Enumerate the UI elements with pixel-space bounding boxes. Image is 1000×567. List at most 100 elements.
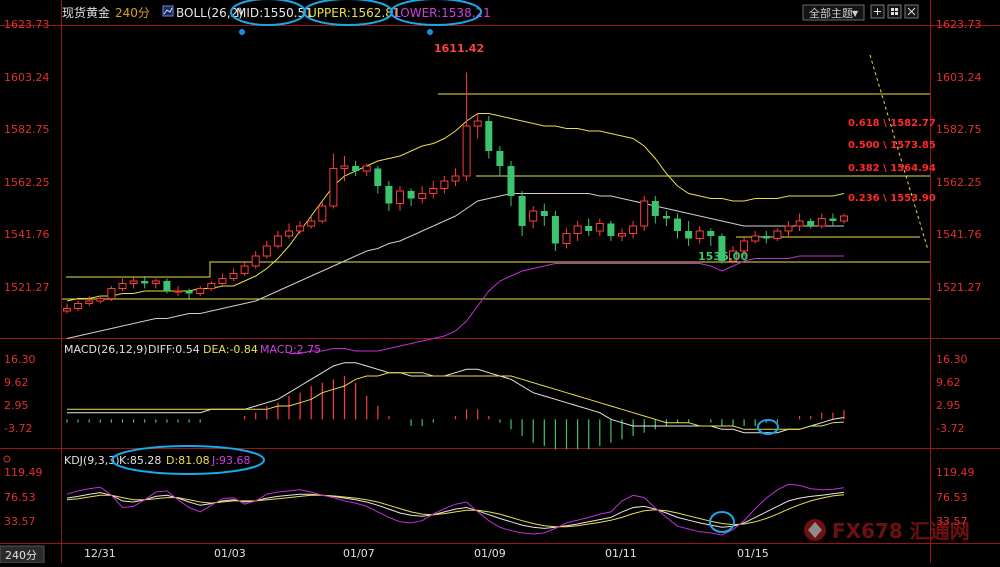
candle-body <box>507 166 515 196</box>
candle-body <box>462 125 471 177</box>
candlestick-chart: 现货黄金 240分 BOLL(26,2) MID:1550.51 UPPER:1… <box>0 0 1000 564</box>
y-tick-label: 16.30 <box>4 353 36 366</box>
kdj-k-value: K:85.28 <box>119 454 161 467</box>
macd-diff-value: DIFF:0.54 <box>148 343 200 356</box>
y-tick-label: 1623.73 <box>936 18 982 31</box>
kdj-header: KDJ(9,3,3) K:85.28 D:81.08 J:93.68 <box>64 454 250 467</box>
candle-body <box>773 230 782 239</box>
y-tick-label: 2.95 <box>4 399 29 412</box>
candle-body <box>74 303 83 309</box>
candle <box>107 286 116 301</box>
fib-label: 0.382 \ 1564.94 <box>848 163 936 174</box>
candle-body <box>817 218 826 227</box>
candle-body <box>96 298 105 302</box>
candle-body <box>273 235 282 247</box>
candle-body <box>340 165 349 169</box>
candle-body <box>174 290 182 293</box>
candle-body <box>196 288 205 294</box>
candle-body <box>262 245 271 257</box>
candle-body <box>107 288 116 299</box>
add-icon[interactable] <box>870 4 885 19</box>
y-tick-label: 1541.76 <box>4 228 50 241</box>
candle-body <box>496 151 504 166</box>
kdj-d-value: D:81.08 <box>166 454 210 467</box>
candle-body <box>762 236 770 239</box>
x-tick-label: 01/11 <box>605 547 637 560</box>
y-tick-label: 76.53 <box>936 491 968 504</box>
candle-body <box>151 280 160 284</box>
fib-label: 0.500 \ 1573.85 <box>848 140 936 151</box>
marker-dot <box>427 29 433 35</box>
candle-body <box>674 218 681 231</box>
y-tick-label: 33.57 <box>4 515 36 528</box>
x-tick-label: 01/15 <box>737 547 769 560</box>
candle-body <box>329 168 338 207</box>
candle-body <box>429 188 438 194</box>
candle-body <box>296 225 305 232</box>
y-tick-label: 1562.25 <box>4 176 50 189</box>
candle-body <box>352 166 360 171</box>
y-tick-label: 1582.75 <box>936 123 982 136</box>
y-tick-label: 9.62 <box>936 376 961 389</box>
y-tick-label: -3.72 <box>936 422 964 435</box>
candle-body <box>540 211 548 216</box>
boll-icon <box>162 5 174 17</box>
y-tick-label: 1521.27 <box>936 281 982 294</box>
period-button[interactable]: 240分 <box>0 545 45 564</box>
candle-body <box>695 230 704 239</box>
candle-body <box>185 291 193 294</box>
candle-body <box>129 280 138 284</box>
y-tick-label: 1603.24 <box>4 71 50 84</box>
macd-header: MACD(26,12,9) DIFF:0.54 DEA:-0.84 MACD:2… <box>64 343 321 356</box>
candle-body <box>651 201 659 216</box>
candle-body <box>573 225 582 234</box>
symbol-name: 现货黄金 <box>62 5 110 20</box>
candle-body <box>240 265 249 274</box>
candle-body <box>85 300 94 304</box>
y-tick-label: 119.49 <box>936 466 975 479</box>
x-tick-label: 01/07 <box>343 547 375 560</box>
y-tick-label: 119.49 <box>4 466 43 479</box>
y-tick-label: 16.30 <box>936 353 968 366</box>
candle-body <box>607 223 615 236</box>
candle-body <box>551 216 559 244</box>
candle-body <box>163 281 171 291</box>
high-price-label: 1611.42 <box>434 42 484 55</box>
candle-body <box>396 190 404 204</box>
period-text: 240分 <box>115 6 150 20</box>
x-tick-label: 01/09 <box>474 547 506 560</box>
macd-value: MACD:2.75 <box>260 343 321 356</box>
candle-body <box>595 223 604 232</box>
candle-body <box>118 283 127 289</box>
candle-body <box>285 230 293 237</box>
candle-body <box>473 120 482 127</box>
candle-body <box>385 186 393 204</box>
low-price-label: 1536.00 <box>698 250 748 263</box>
candle-body <box>141 281 149 284</box>
candle-body <box>518 196 526 226</box>
y-tick-label: -3.72 <box>4 422 32 435</box>
candle-body <box>418 193 427 199</box>
candle <box>640 196 649 231</box>
candle-body <box>795 220 804 227</box>
macd-name: MACD(26,12,9) <box>64 343 148 356</box>
y-tick-label: 2.95 <box>936 399 961 412</box>
y-tick-label: 1582.75 <box>4 123 50 136</box>
y-tick-label: 76.53 <box>4 491 36 504</box>
fib-label: 0.618 \ 1582.77 <box>848 118 936 129</box>
grid-icon[interactable] <box>887 4 902 19</box>
theme-dropdown-label: 全部主题 <box>809 6 853 20</box>
theme-dropdown[interactable]: 全部主题 ▼ <box>802 4 865 21</box>
candle-body <box>662 216 670 219</box>
y-tick-label: 9.62 <box>4 376 29 389</box>
y-tick-label: 1562.25 <box>936 176 982 189</box>
toolbar: 全部主题 ▼ <box>802 4 919 21</box>
candle-body <box>229 273 238 279</box>
candle-body <box>318 205 327 222</box>
candle-body <box>440 180 449 189</box>
period-button-label: 240分 <box>5 549 37 562</box>
candle-body <box>218 278 227 284</box>
candle-body <box>685 231 693 239</box>
candle-body <box>618 233 626 237</box>
close-icon[interactable] <box>904 4 919 19</box>
